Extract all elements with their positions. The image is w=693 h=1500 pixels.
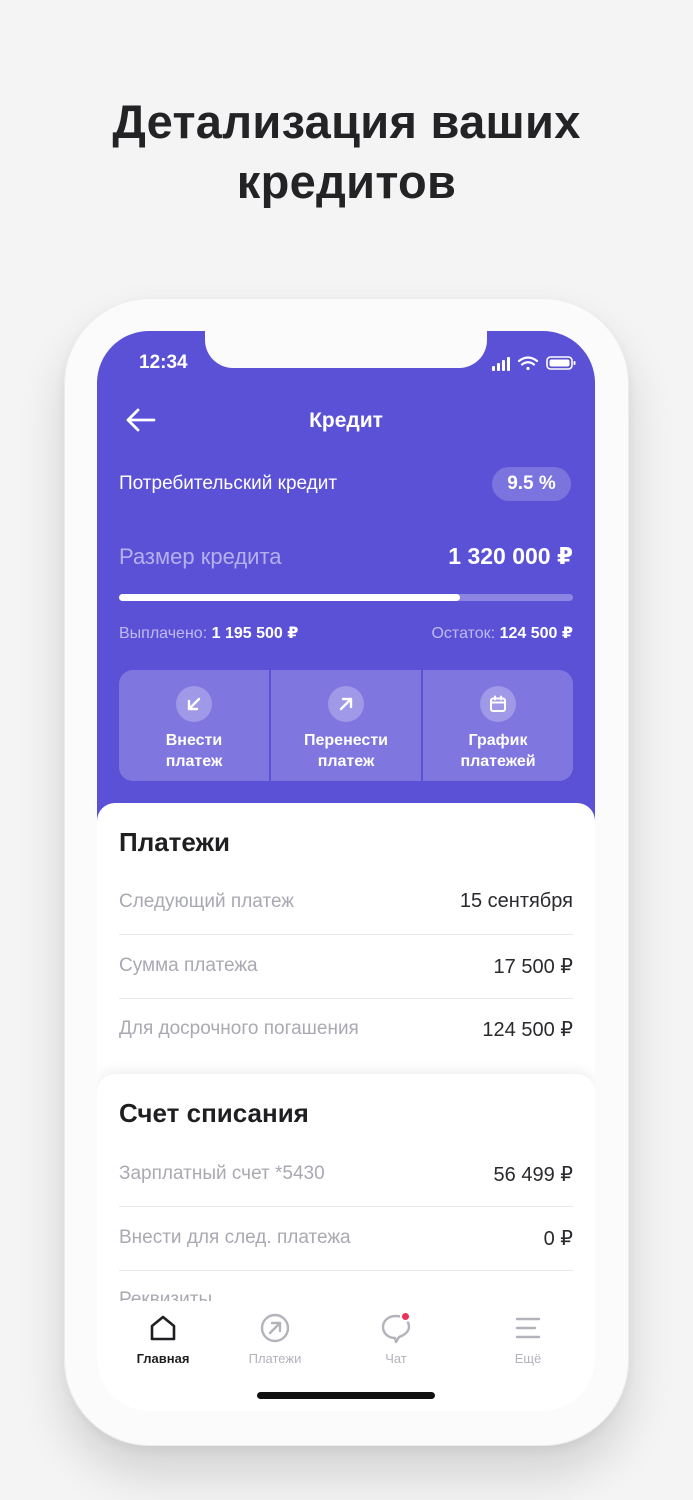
tab-payments-label: Платежи — [248, 1351, 302, 1366]
promo-headline-line1: Детализация ваших — [112, 95, 581, 148]
arrow-up-right-icon — [328, 686, 364, 722]
tab-home[interactable]: Главная — [123, 1311, 203, 1366]
remaining-label: Остаток: — [431, 625, 496, 642]
wifi-icon — [517, 356, 539, 371]
status-icons — [492, 356, 576, 371]
paid-value: 1 195 500 ₽ — [211, 625, 299, 642]
payments-card: Платежи Следующий платеж 15 сентября Сум… — [97, 803, 595, 1103]
salary-account-row[interactable]: Зарплатный счет *5430 56 499 ₽ — [119, 1143, 573, 1207]
repayment-progress-fill — [119, 594, 460, 601]
chat-notification-dot — [400, 1311, 411, 1322]
salary-account-value: 56 499 ₽ — [493, 1164, 573, 1186]
reschedule-payment-button[interactable]: Перенести платеж — [271, 670, 421, 781]
remaining-amount: Остаток: 124 500 ₽ — [431, 623, 573, 643]
home-icon — [150, 1315, 176, 1341]
status-time: 12:34 — [139, 352, 188, 373]
menu-icon — [515, 1317, 541, 1339]
make-payment-button[interactable]: Внести платеж — [119, 670, 269, 781]
payment-amount-value: 17 500 ₽ — [493, 956, 573, 978]
arrow-down-left-icon — [176, 686, 212, 722]
next-payment-value: 15 сентября — [459, 890, 573, 912]
page-title: Кредит — [309, 409, 383, 432]
tab-chat[interactable]: Чат — [356, 1311, 436, 1366]
debit-account-title: Счет списания — [119, 1098, 309, 1128]
paid-amount: Выплачено: 1 195 500 ₽ — [119, 623, 298, 643]
rate-badge: 9.5 % — [492, 467, 571, 501]
payment-schedule-button[interactable]: График платежей — [423, 670, 573, 781]
payment-amount-row: Сумма платежа 17 500 ₽ — [119, 935, 573, 999]
early-repayment-value: 124 500 ₽ — [482, 1019, 573, 1041]
remaining-value: 124 500 ₽ — [499, 625, 573, 642]
payments-icon — [260, 1313, 290, 1343]
home-indicator — [257, 1392, 435, 1399]
early-repayment-label: Для досрочного погашения — [119, 1018, 359, 1039]
tab-more[interactable]: Ещё — [488, 1311, 568, 1366]
reschedule-payment-label: Перенести платеж — [304, 732, 388, 770]
next-payment-deposit-row: Внести для след. платежа 0 ₽ — [119, 1207, 573, 1271]
phone-notch — [205, 331, 487, 368]
next-payment-label: Следующий платеж — [119, 891, 295, 912]
requisites-link[interactable]: Реквизиты — [119, 1289, 212, 1301]
paid-label: Выплачено: — [119, 625, 208, 642]
payment-amount-label: Сумма платежа — [119, 955, 258, 976]
tab-more-label: Ещё — [514, 1351, 542, 1366]
promo-headline-line2: кредитов — [236, 155, 457, 208]
next-payment-row: Следующий платеж 15 сентября — [119, 871, 573, 935]
repayment-progress-bar — [119, 594, 573, 601]
promo-headline: Детализация ваших кредитов — [0, 92, 693, 212]
payment-schedule-label: График платежей — [460, 732, 536, 770]
tab-home-label: Главная — [136, 1351, 190, 1366]
early-repayment-row[interactable]: Для досрочного погашения 124 500 ₽ — [119, 998, 573, 1062]
salary-account-label: Зарплатный счет *5430 — [119, 1163, 325, 1184]
tab-payments[interactable]: Платежи — [235, 1311, 315, 1366]
loan-name: Потребительский кредит — [119, 473, 338, 494]
next-payment-deposit-label: Внести для след. платежа — [119, 1227, 351, 1248]
calendar-icon — [480, 686, 516, 722]
loan-size-value: 1 320 000 ₽ — [448, 543, 573, 569]
tab-chat-label: Чат — [385, 1351, 407, 1366]
signal-icon — [492, 357, 510, 371]
battery-icon — [546, 356, 576, 370]
app-screen: 12:34 Кредит Потребительский кредит 9.5 … — [97, 331, 595, 1411]
next-payment-deposit-value: 0 ₽ — [543, 1228, 573, 1250]
make-payment-label: Внести платеж — [165, 732, 223, 770]
loan-size-label: Размер кредита — [119, 544, 282, 569]
payments-title: Платежи — [119, 827, 230, 857]
loan-actions: Внести платеж Перенести платеж График пл… — [119, 670, 573, 781]
